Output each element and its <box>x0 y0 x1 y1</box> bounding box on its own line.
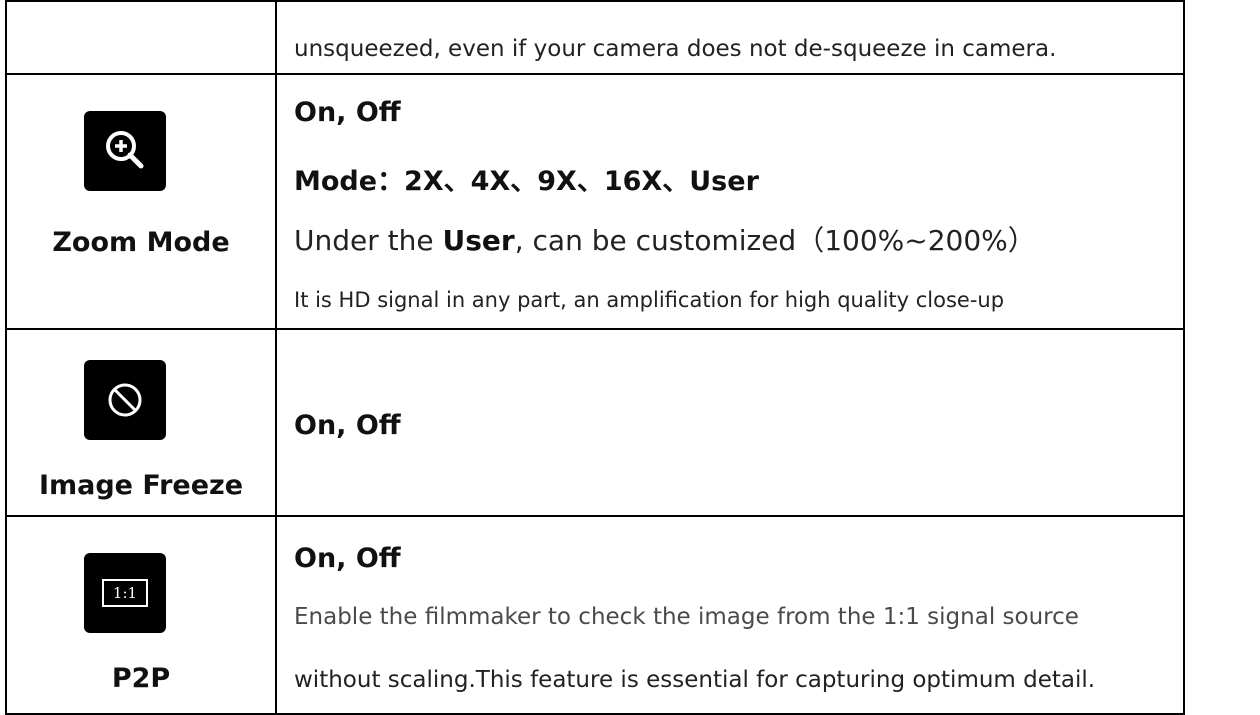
feature-cell-empty <box>7 2 277 73</box>
option-values: On, Off <box>294 543 401 574</box>
table-row-image-freeze: Image Freeze On, Off <box>7 328 1183 515</box>
freeze-icon <box>84 360 166 440</box>
zoom-detail: It is HD signal in any part, an amplific… <box>294 288 1005 312</box>
option-values: On, Off <box>294 97 401 128</box>
user-keyword: User <box>442 224 515 257</box>
feature-cell: 1:1 P2P <box>7 517 277 713</box>
table-row-p2p: 1:1 P2P On, Off Enable the filmmaker to … <box>7 515 1183 715</box>
p2p-description-1: Enable the filmmaker to check the image … <box>294 604 1079 630</box>
zoom-in-icon <box>84 111 166 191</box>
feature-label: P2P <box>111 663 171 694</box>
description-cell: unsqueezed, even if your camera does not… <box>277 2 1183 73</box>
icon-ratio-text: 1:1 <box>112 584 138 602</box>
feature-label: Image Freeze <box>38 470 244 501</box>
mode-values: Mode：2X、4X、9X、16X、User <box>294 166 759 197</box>
feature-label: Zoom Mode <box>52 227 230 258</box>
description-cell: On, Off Mode：2X、4X、9X、16X、User Under the… <box>277 75 1183 328</box>
feature-table: unsqueezed, even if your camera does not… <box>5 0 1185 715</box>
description-cell: On, Off Enable the filmmaker to check th… <box>277 517 1183 713</box>
continuation-text: unsqueezed, even if your camera does not… <box>294 36 1057 62</box>
feature-cell: Image Freeze <box>7 330 277 515</box>
user-description-suffix: , can be customized（100%~200%） <box>514 224 1036 257</box>
option-values: On, Off <box>294 410 401 441</box>
feature-cell: Zoom Mode <box>7 75 277 328</box>
table-row-continuation: unsqueezed, even if your camera does not… <box>7 0 1183 73</box>
user-description: Under the User, can be customized（100%~2… <box>294 219 1036 259</box>
user-description-prefix: Under the <box>294 224 443 257</box>
description-cell: On, Off <box>277 330 1183 515</box>
one-to-one-icon: 1:1 <box>84 553 166 633</box>
p2p-description-2: without scaling.This feature is essentia… <box>294 667 1096 693</box>
table-row-zoom-mode: Zoom Mode On, Off Mode：2X、4X、9X、16X、User… <box>7 73 1183 328</box>
